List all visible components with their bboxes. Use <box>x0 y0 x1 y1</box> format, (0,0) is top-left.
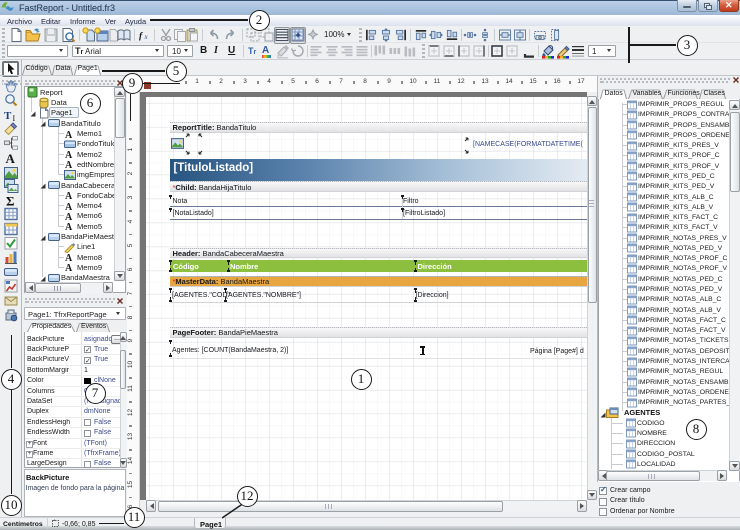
svg-text:A: A <box>65 222 73 232</box>
svg-text:T: T <box>4 110 12 122</box>
svg-text:f: f <box>139 32 143 42</box>
svg-text:A: A <box>65 263 73 273</box>
svg-text:x: x <box>144 33 149 41</box>
